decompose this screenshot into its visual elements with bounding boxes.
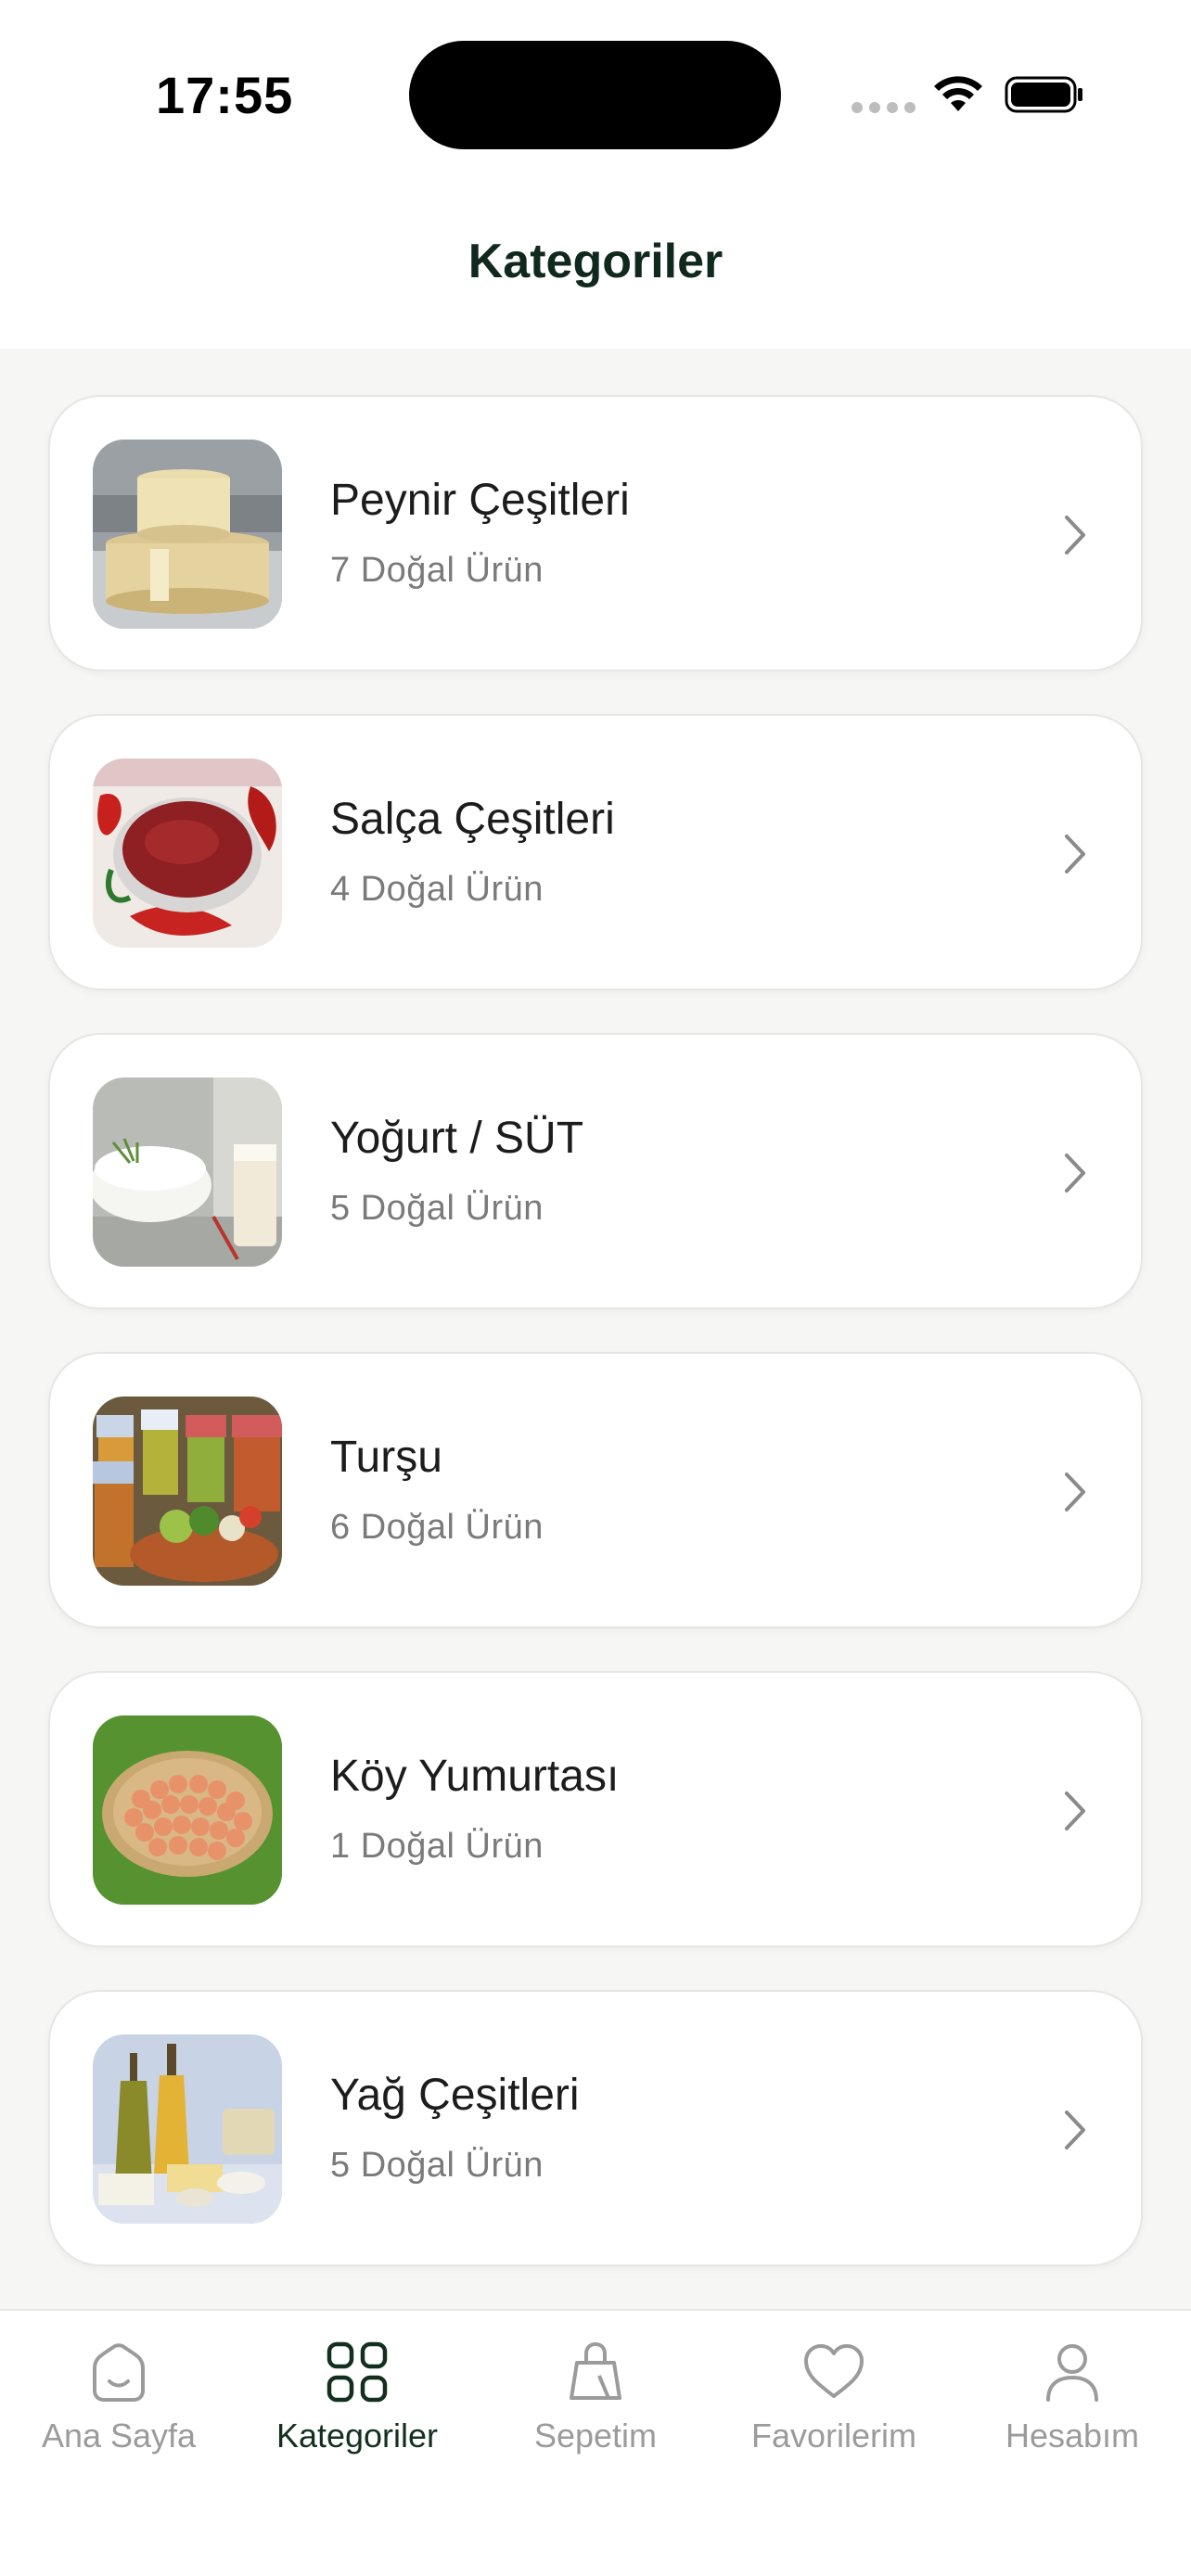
status-time: 17:55: [156, 66, 294, 124]
category-count: 1 Doğal Ürün: [330, 1827, 544, 1866]
heart-icon: [804, 2344, 864, 2398]
tab-label: Hesabım: [1005, 2417, 1140, 2455]
tab-label: Ana Sayfa: [41, 2417, 197, 2455]
category-name: Turşu: [330, 1433, 442, 1482]
chevron-right-icon: [1065, 1154, 1085, 1192]
grid-icon: [327, 2341, 388, 2403]
tab-label: Favorilerim: [750, 2417, 916, 2455]
eggs-basket-image: [93, 1715, 282, 1905]
chevron-right-icon: [1065, 1473, 1085, 1511]
category-count: 4 Doğal Ürün: [330, 870, 544, 909]
category-count: 5 Doğal Ürün: [330, 2146, 544, 2185]
header: Kategoriler: [0, 185, 1191, 349]
category-count: 5 Doğal Ürün: [330, 1189, 544, 1228]
shopping-bag-icon: [570, 2341, 621, 2400]
category-card[interactable]: Salça Çeşitleri 4 Doğal Ürün: [48, 714, 1143, 990]
category-card[interactable]: Köy Yumurtası 1 Doğal Ürün: [48, 1671, 1143, 1947]
category-card[interactable]: Yoğurt / SÜT 5 Doğal Ürün: [48, 1033, 1143, 1309]
category-name: Yoğurt / SÜT: [330, 1114, 584, 1163]
status-bar: 17:55: [0, 0, 1191, 185]
battery-icon: [1005, 76, 1082, 113]
tab-ana-sayfa[interactable]: Ana Sayfa: [0, 2339, 237, 2455]
tab-kategoriler[interactable]: Kategoriler: [238, 2339, 476, 2455]
category-name: Peynir Çeşitleri: [330, 476, 630, 525]
cheese-image: [93, 440, 282, 629]
category-card[interactable]: Peynir Çeşitleri 7 Doğal Ürün: [48, 395, 1143, 671]
page-title: Kategoriler: [467, 235, 724, 288]
tab-favorilerim[interactable]: Favorilerim: [715, 2339, 953, 2455]
category-name: Salça Çeşitleri: [330, 795, 615, 844]
oils-butter-image: [93, 2034, 282, 2224]
chevron-right-icon: [1065, 1792, 1085, 1830]
category-card[interactable]: Yağ Çeşitleri 5 Doğal Ürün: [48, 1990, 1143, 2266]
category-count: 7 Doğal Ürün: [330, 551, 544, 590]
tab-hesabim[interactable]: Hesabım: [954, 2339, 1191, 2455]
category-name: Yağ Çeşitleri: [330, 2071, 580, 2120]
wifi-icon: [934, 76, 982, 111]
tab-label: Sepetim: [533, 2417, 658, 2455]
category-card[interactable]: Turşu 6 Doğal Ürün: [48, 1352, 1143, 1628]
chevron-right-icon: [1065, 835, 1085, 874]
category-name: Köy Yumurtası: [330, 1752, 620, 1801]
cellular-signal-icon: [852, 102, 916, 113]
yogurt-milk-image: [93, 1078, 282, 1267]
tab-bar: Ana Sayfa Kategoriler Sepetim Favorileri…: [0, 2309, 1191, 2576]
dynamic-island: [409, 41, 781, 149]
tab-label: Kategoriler: [275, 2417, 439, 2455]
chevron-right-icon: [1065, 516, 1085, 555]
chevron-right-icon: [1065, 2111, 1085, 2149]
user-icon: [1046, 2344, 1098, 2402]
category-count: 6 Doğal Ürün: [330, 1508, 544, 1547]
tab-sepetim[interactable]: Sepetim: [477, 2339, 714, 2455]
tomato-paste-image: [93, 759, 282, 948]
home-icon: [93, 2343, 145, 2402]
pickle-jars-image: [93, 1396, 282, 1586]
